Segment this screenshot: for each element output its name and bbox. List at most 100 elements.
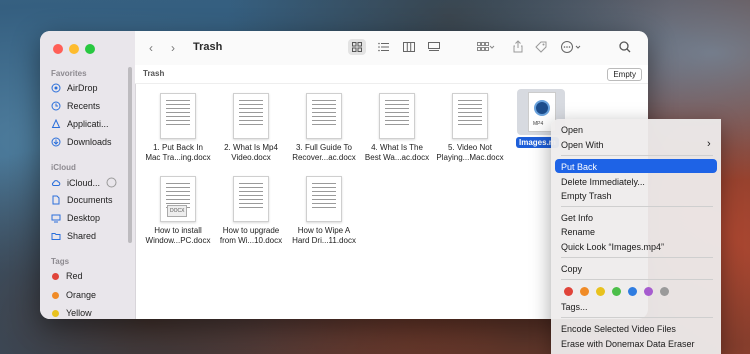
tag-color-yellow[interactable] [596, 287, 605, 296]
tag-color-orange[interactable] [580, 287, 589, 296]
path-bar: Trash Empty [135, 65, 648, 84]
share-icon[interactable] [513, 40, 523, 53]
context-menu: Open Open With › Put Back Delete Immedia… [551, 119, 721, 354]
sidebar-item-shared[interactable]: Shared [51, 231, 96, 241]
sidebar-header-favorites: Favorites [51, 69, 87, 78]
tag-color-gray[interactable] [660, 287, 669, 296]
sidebar-item-documents[interactable]: Documents [51, 195, 113, 205]
menu-item-tags[interactable]: Tags... [561, 302, 588, 312]
docx-file-icon [306, 93, 342, 139]
sidebar-item-label: AirDrop [67, 83, 98, 93]
applications-icon [51, 119, 61, 128]
sidebar-item-downloads[interactable]: Downloads [51, 137, 112, 147]
sidebar-item-label: Yellow [66, 308, 92, 318]
tag-color-red[interactable] [564, 287, 573, 296]
toolbar: ‹ › Trash [135, 31, 648, 66]
sidebar-scrollbar[interactable] [128, 67, 132, 243]
file-item[interactable]: How to Wipe A Hard Dri...11.docx [287, 176, 361, 246]
document-icon [52, 195, 60, 205]
sync-progress-icon [106, 177, 117, 188]
menu-item-put-back[interactable]: Put Back [561, 162, 597, 172]
menu-item-delete-immediately[interactable]: Delete Immediately... [561, 177, 645, 187]
menu-item-erase-donemax[interactable]: Erase with Donemax Data Eraser [561, 339, 695, 349]
minimize-button[interactable] [69, 44, 79, 54]
window-title: Trash [193, 41, 223, 53]
file-name-line1: 5. Video Not [448, 143, 492, 152]
sidebar-tag-yellow[interactable]: Yellow [51, 308, 92, 318]
icon-view-icon[interactable] [352, 42, 362, 52]
file-item[interactable]: 2. What Is Mp4 Video.docx [214, 93, 288, 163]
sidebar-tag-red[interactable]: Red [51, 271, 83, 281]
file-name-line2: Recover...ac.docx [292, 153, 356, 162]
docx-file-icon [233, 176, 269, 222]
chevron-right-icon: › [707, 138, 711, 150]
gallery-view-icon[interactable] [428, 42, 440, 52]
list-view-icon[interactable] [378, 42, 389, 52]
forward-icon[interactable]: › [171, 41, 175, 55]
sidebar-tag-orange[interactable]: Orange [51, 290, 96, 300]
window-controls [53, 44, 95, 54]
more-actions-icon[interactable] [561, 41, 583, 53]
file-item[interactable]: DOCX How to install Window...PC.docx [141, 176, 215, 246]
menu-item-empty-trash[interactable]: Empty Trash [561, 191, 612, 201]
file-item[interactable]: 3. Full Guide To Recover...ac.docx [287, 93, 361, 163]
menu-item-rename[interactable]: Rename [561, 227, 595, 237]
tag-color-purple[interactable] [644, 287, 653, 296]
sidebar-item-label: Recents [67, 101, 101, 111]
file-name-line1: 3. Full Guide To [296, 143, 352, 152]
sidebar-item-label: Desktop [67, 213, 101, 223]
quicktime-icon [534, 100, 550, 116]
sidebar-item-label: Red [66, 271, 83, 281]
download-icon [51, 137, 61, 147]
sidebar-item-desktop[interactable]: Desktop [51, 213, 100, 223]
close-button[interactable] [53, 44, 63, 54]
file-item[interactable]: 4. What Is The Best Wa...ac.docx [360, 93, 434, 163]
menu-separator [561, 257, 713, 258]
docx-file-icon [452, 93, 488, 139]
sidebar-item-icloud-drive[interactable]: iCloud... [51, 177, 117, 188]
red-tag-dot-icon [52, 272, 59, 280]
column-view-icon[interactable] [403, 42, 415, 52]
file-name-line2: Best Wa...ac.docx [364, 153, 430, 162]
file-item[interactable]: 1. Put Back In Mac Tra...ing.docx [141, 93, 215, 163]
menu-separator [561, 155, 713, 156]
sidebar-item-label: Downloads [67, 137, 112, 147]
file-item[interactable]: How to upgrade from Wi...10.docx [214, 176, 288, 246]
menu-item-copy[interactable]: Copy [561, 264, 582, 274]
docx-file-icon [379, 93, 415, 139]
file-item[interactable]: 5. Video Not Playing...Mac.docx [433, 93, 507, 163]
sidebar-item-applications[interactable]: Applicati... [51, 119, 109, 129]
menu-item-get-info[interactable]: Get Info [561, 213, 593, 223]
file-name-line2: Playing...Mac.docx [436, 153, 504, 162]
menu-item-open[interactable]: Open [561, 125, 583, 135]
sidebar-item-recents[interactable]: Recents [51, 101, 100, 111]
tag-color-green[interactable] [612, 287, 621, 296]
desktop-icon [51, 214, 61, 223]
file-name-line2: Mac Tra...ing.docx [145, 153, 211, 162]
orange-tag-dot-icon [52, 291, 59, 299]
file-name-line1: 2. What Is Mp4 [224, 143, 278, 152]
back-icon[interactable]: ‹ [149, 41, 153, 55]
sidebar-header-icloud: iCloud [51, 163, 76, 172]
sidebar: Favorites AirDrop Recents Applicati... D… [40, 31, 136, 319]
menu-item-encode-video[interactable]: Encode Selected Video Files [561, 324, 676, 334]
yellow-tag-dot-icon [52, 309, 59, 317]
docx-file-icon [233, 93, 269, 139]
tag-icon[interactable] [535, 41, 547, 53]
file-name-line2: from Wi...10.docx [219, 236, 283, 245]
search-icon[interactable] [619, 41, 631, 53]
menu-item-open-with[interactable]: Open With [561, 140, 604, 150]
sidebar-item-airdrop[interactable]: AirDrop [51, 83, 98, 93]
tag-color-blue[interactable] [628, 287, 637, 296]
zoom-button[interactable] [85, 44, 95, 54]
group-by-icon[interactable] [477, 42, 495, 52]
menu-item-quick-look[interactable]: Quick Look “Images.mp4” [561, 242, 664, 252]
file-name-line2: Hard Dri...11.docx [292, 236, 356, 245]
empty-trash-button[interactable]: Empty [607, 68, 642, 81]
menu-separator [561, 206, 713, 207]
file-name-line2: Window...PC.docx [145, 236, 211, 245]
path-title: Trash [143, 69, 165, 78]
file-name-line1: 1. Put Back In [153, 143, 203, 152]
docx-file-icon [306, 176, 342, 222]
menu-separator [561, 317, 713, 318]
